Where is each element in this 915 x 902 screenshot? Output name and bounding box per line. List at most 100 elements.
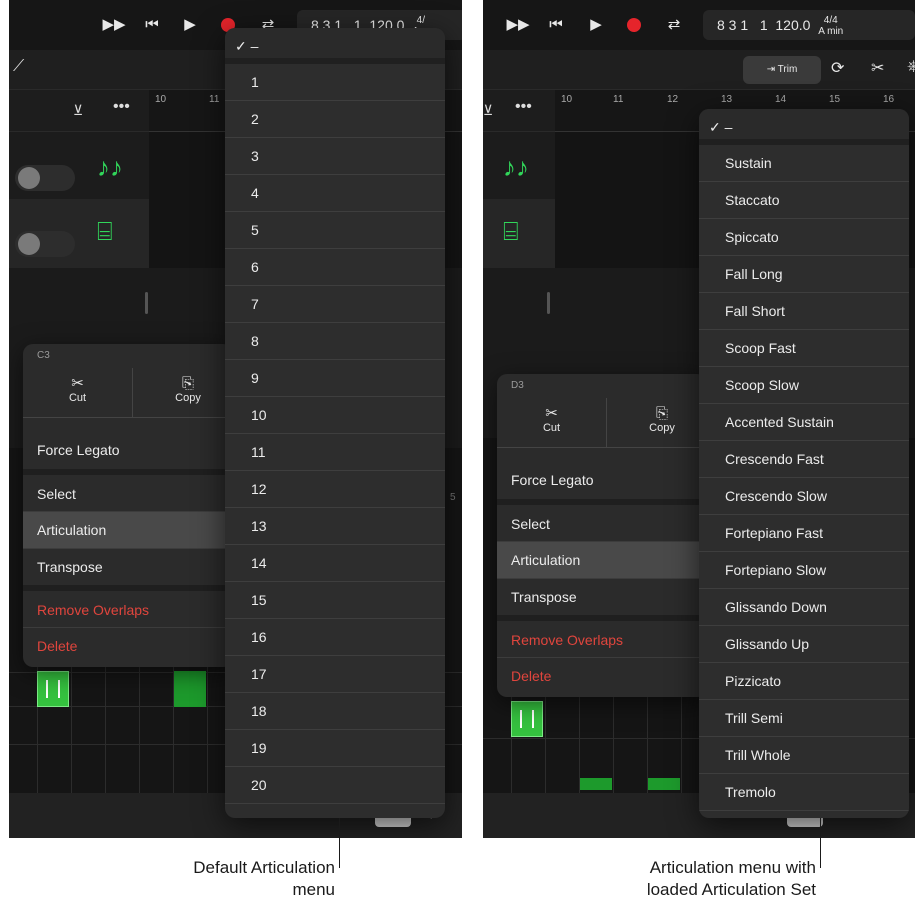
midi-note[interactable] [174, 671, 206, 707]
menu-item-6[interactable]: 6 [225, 249, 445, 286]
cut-button[interactable]: ✂ Cut [23, 368, 133, 418]
midi-note-selected[interactable] [511, 701, 543, 737]
go-to-start-icon[interactable]: ⏮ [543, 12, 569, 38]
track-toggle[interactable] [15, 231, 75, 257]
copy-button[interactable]: ⎘ Copy [133, 368, 233, 418]
more-options-icon[interactable]: ••• [515, 98, 532, 116]
fast-forward-icon[interactable]: ▶▶ [505, 12, 531, 38]
cut-label: Cut [542, 422, 561, 434]
note-context-menu: C3 ✂ Cut ⎘ Copy Force Legato Select Arti… [23, 344, 233, 667]
menu-item-20[interactable]: 20 [225, 767, 445, 804]
menu-item-fortepiano-slow[interactable]: Fortepiano Slow [699, 552, 909, 589]
midi-note-selected[interactable] [37, 671, 69, 707]
menu-item-4[interactable]: 4 [225, 175, 445, 212]
resize-handle[interactable] [145, 292, 148, 314]
track-strings[interactable]: ♪♪ [483, 132, 555, 200]
track-keyboard[interactable]: ⌸ [9, 200, 149, 268]
glue-tool-icon[interactable]: ⎈ [907, 58, 915, 76]
copy-icon: ⎘ [181, 375, 194, 392]
caption-left-line1: Default Articulation [193, 858, 335, 877]
menu-item-staccato[interactable]: Staccato [699, 182, 909, 219]
more-options-icon[interactable]: ••• [113, 98, 130, 116]
right-screenshot-panel: ▶▶ ⏮ ▶ ⇄ 8 3 1 1 120.0 4/4 A min ⇥ Trim ⟳… [483, 0, 915, 838]
menu-item-5[interactable]: 5 [225, 212, 445, 249]
menu-item-19[interactable]: 19 [225, 730, 445, 767]
menu-item-remove-overlaps[interactable]: Remove Overlaps [23, 585, 233, 627]
menu-item-1[interactable]: 1 [225, 64, 445, 101]
menu-item-glissando-down[interactable]: Glissando Down [699, 589, 909, 626]
midi-note[interactable] [648, 778, 680, 790]
menu-item-2[interactable]: 2 [225, 101, 445, 138]
track-keyboard[interactable]: ⌸ [483, 200, 555, 268]
menu-item-14[interactable]: 14 [225, 545, 445, 582]
menu-item-scoop-slow[interactable]: Scoop Slow [699, 367, 909, 404]
cut-button[interactable]: ✂ Cut [497, 398, 607, 448]
menu-item-scoop-fast[interactable]: Scoop Fast [699, 330, 909, 367]
menu-item-force-legato[interactable]: Force Legato [23, 432, 233, 469]
trim-tool-button[interactable]: ⇥ Trim [743, 56, 821, 84]
menu-item-9[interactable]: 9 [225, 360, 445, 397]
caption-left: Default Articulation menu [139, 857, 335, 901]
track-strings[interactable]: ♪♪ [9, 132, 149, 200]
menu-item-tremolo[interactable]: Tremolo [699, 774, 909, 811]
ruler-tick-label: 13 [721, 94, 733, 105]
cycle-icon[interactable]: ⇄ [661, 12, 687, 38]
menu-item-trill-whole[interactable]: Trill Whole [699, 737, 909, 774]
midi-note[interactable] [580, 778, 612, 790]
menu-item-sustain[interactable]: Sustain [699, 145, 909, 182]
copy-label: Copy [649, 422, 675, 434]
download-tray-icon[interactable]: ⊻ [73, 102, 83, 119]
menu-item-11[interactable]: 11 [225, 434, 445, 471]
menu-item-15[interactable]: 15 [225, 582, 445, 619]
go-to-start-icon[interactable]: ⏮ [139, 12, 165, 38]
lcd-display[interactable]: 8 3 1 1 120.0 4/4 A min [703, 10, 915, 40]
menu-item-none-checked[interactable]: ✓ – [699, 109, 909, 145]
play-icon[interactable]: ▶ [583, 12, 609, 38]
resize-handle[interactable] [547, 292, 550, 314]
menu-item-17[interactable]: 17 [225, 656, 445, 693]
menu-item-crescendo-slow[interactable]: Crescendo Slow [699, 478, 909, 515]
menu-item-delete[interactable]: Delete [23, 627, 233, 664]
track-toggle[interactable] [15, 165, 75, 191]
menu-item-articulation[interactable]: Articulation [497, 541, 707, 578]
menu-item-select[interactable]: Select [497, 499, 707, 541]
menu-item-16[interactable]: 16 [225, 619, 445, 656]
menu-item-7[interactable]: 7 [225, 286, 445, 323]
menu-item-spiccato[interactable]: Spiccato [699, 219, 909, 256]
copy-label: Copy [175, 392, 201, 404]
track-header-toolbar: ⊻ ••• [483, 90, 555, 132]
menu-item-crescendo-fast[interactable]: Crescendo Fast [699, 441, 909, 478]
menu-item-10[interactable]: 10 [225, 397, 445, 434]
menu-item-13[interactable]: 13 [225, 508, 445, 545]
menu-item-fall-long[interactable]: Fall Long [699, 256, 909, 293]
track-header-toolbar: ⊻ ••• [9, 90, 149, 132]
menu-item-select[interactable]: Select [23, 469, 233, 511]
menu-item-3[interactable]: 3 [225, 138, 445, 175]
menu-item-trill-semi[interactable]: Trill Semi [699, 700, 909, 737]
trim-icon: ⇥ [766, 64, 778, 75]
ruler-tick-label: 12 [667, 94, 679, 105]
menu-item-accented-sustain[interactable]: Accented Sustain [699, 404, 909, 441]
scissors-tool-icon[interactable]: ✂ [871, 58, 884, 78]
record-icon[interactable] [627, 18, 641, 32]
menu-item-none-checked[interactable]: ✓ – [225, 28, 445, 64]
menu-item-fall-short[interactable]: Fall Short [699, 293, 909, 330]
download-tray-icon[interactable]: ⊻ [483, 102, 493, 119]
play-icon[interactable]: ▶ [177, 12, 203, 38]
fast-forward-icon[interactable]: ▶▶ [101, 12, 127, 38]
loop-tool-icon[interactable]: ⟳ [831, 58, 844, 78]
menu-item-force-legato[interactable]: Force Legato [497, 462, 707, 499]
copy-button[interactable]: ⎘ Copy [607, 398, 707, 448]
menu-item-transpose[interactable]: Transpose [497, 578, 707, 615]
menu-item-glissando-up[interactable]: Glissando Up [699, 626, 909, 663]
menu-item-18[interactable]: 18 [225, 693, 445, 730]
menu-item-12[interactable]: 12 [225, 471, 445, 508]
menu-item-remove-overlaps[interactable]: Remove Overlaps [497, 615, 707, 657]
menu-item-pizzicato[interactable]: Pizzicato [699, 663, 909, 700]
menu-item-8[interactable]: 8 [225, 323, 445, 360]
menu-item-articulation[interactable]: Articulation [23, 511, 233, 548]
menu-item-transpose[interactable]: Transpose [23, 548, 233, 585]
menu-item-fortepiano-fast[interactable]: Fortepiano Fast [699, 515, 909, 552]
automation-curve-icon[interactable]: ⟋ [13, 58, 24, 76]
menu-item-delete[interactable]: Delete [497, 657, 707, 694]
